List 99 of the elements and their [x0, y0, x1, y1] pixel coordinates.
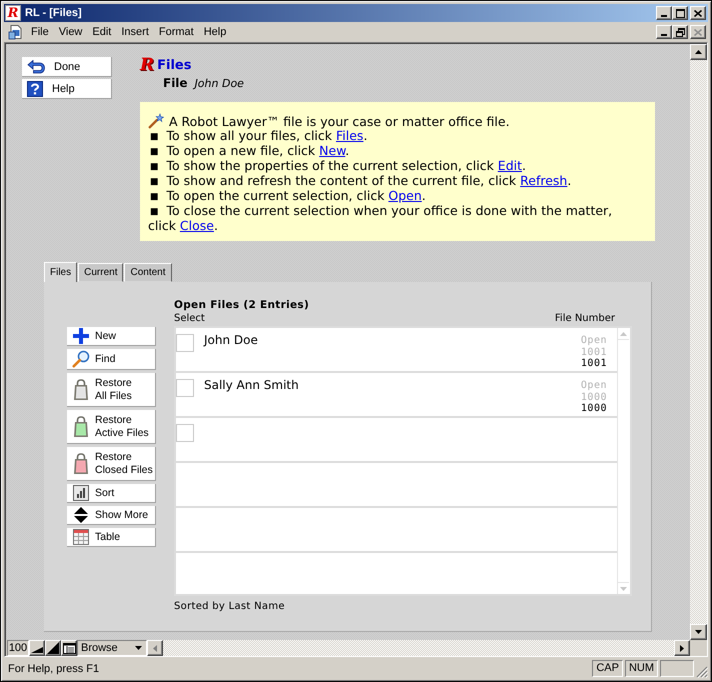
status-indicator: NUM	[624, 660, 658, 677]
help-icon	[27, 80, 43, 96]
bag-icon	[72, 416, 88, 438]
window-layout-icon	[62, 642, 76, 654]
menu-item[interactable]: View	[54, 25, 88, 39]
ramp-icon	[47, 642, 59, 654]
info-text: ■ To open a new file, click New.	[149, 144, 350, 159]
status-text: Open	[580, 380, 607, 392]
minimize-button[interactable]	[656, 6, 672, 20]
info-text: ■ To open the current selection, click Open.	[149, 189, 427, 204]
bar-chart-icon	[72, 485, 88, 501]
app-logo: R	[5, 5, 21, 21]
action-button[interactable]: New	[67, 327, 156, 346]
file-number: 1000	[580, 403, 607, 414]
triangle-left-icon	[153, 644, 157, 652]
column-header: File Number	[554, 312, 615, 326]
checkbox[interactable]	[176, 334, 194, 352]
status-text: 1001	[580, 346, 607, 358]
action-button[interactable]: Table	[67, 528, 156, 547]
tab[interactable]: Files	[44, 262, 78, 282]
back-arrow-icon	[27, 60, 45, 74]
tab[interactable]: Current	[78, 263, 124, 282]
menu-item[interactable]: Edit	[87, 25, 116, 39]
file-name: John Doe	[204, 332, 258, 348]
info-text: ■ To show all your files, click Files.	[149, 129, 368, 144]
list-title: Open Files (2 Entries)	[174, 298, 310, 312]
magic-wand-icon	[148, 113, 164, 129]
document-icon[interactable]	[8, 24, 24, 40]
checkbox[interactable]	[176, 379, 194, 397]
column-header: Select	[174, 312, 205, 326]
menu-item[interactable]: Format	[154, 25, 199, 39]
restore-button[interactable]	[672, 25, 688, 39]
search-icon	[72, 350, 90, 368]
restore-icon	[676, 28, 684, 36]
close-icon	[694, 10, 702, 16]
zoom-level: 100	[7, 640, 29, 656]
maximize-button[interactable]	[672, 6, 688, 20]
menu-item[interactable]: Insert	[116, 25, 154, 39]
info-text: ■ To close the current selection when your office is done with the matter, click Close.	[148, 204, 614, 233]
link[interactable]: Files	[336, 128, 364, 143]
app-logo: R	[140, 56, 154, 75]
status-text: 1000	[580, 392, 607, 403]
info-text: A Robot Lawyer™ file is your case or matter office file.	[169, 114, 510, 129]
plus-icon	[72, 328, 88, 344]
bag-icon	[72, 452, 88, 474]
close-button[interactable]	[690, 6, 706, 20]
field-value: John Doe	[194, 77, 244, 90]
table-icon	[72, 529, 88, 545]
action-button[interactable]: Restore Closed Files	[67, 447, 156, 481]
triangle-down-icon	[620, 586, 627, 590]
horizontal-scrollbar[interactable]	[147, 640, 690, 656]
minimize-icon	[661, 15, 667, 17]
resize-grip-icon[interactable]	[696, 666, 708, 678]
close-icon	[694, 28, 702, 36]
info-text: ■ To show and refresh the content of the current file, click Refresh.	[149, 174, 572, 189]
sort-note: Sorted by Last Name	[174, 600, 286, 614]
menu-item[interactable]: File	[26, 25, 54, 39]
file-number: 1001	[580, 358, 607, 370]
status-text: Open	[580, 335, 607, 346]
toolbar-button[interactable]	[29, 640, 45, 656]
file-name: Sally Ann Smith	[204, 377, 299, 393]
info-text: ■ To show the properties of the current selection, click Edit.	[149, 159, 527, 174]
triangle-up-icon	[695, 50, 702, 54]
status-indicator: CAP	[592, 660, 623, 677]
field-label: File	[163, 76, 188, 90]
close-button[interactable]	[690, 25, 706, 39]
action-button[interactable]: Restore All Files	[67, 373, 156, 407]
action-button[interactable]: Find	[67, 349, 156, 370]
window-title: RL - [Files]	[25, 7, 83, 19]
triangle-down-icon	[695, 630, 702, 634]
tab[interactable]: Content	[124, 263, 172, 282]
mode-dropdown[interactable]: Browse	[77, 640, 147, 656]
minimize-button[interactable]	[656, 25, 672, 39]
menu-item[interactable]: Help	[198, 25, 232, 39]
action-button[interactable]: Sort	[67, 484, 156, 503]
toolbar-button[interactable]	[45, 640, 61, 656]
bag-icon	[72, 378, 88, 400]
done-button[interactable]: Done	[22, 57, 112, 77]
link[interactable]: New	[319, 143, 346, 158]
status-panel	[660, 660, 694, 677]
triangle-right-icon	[680, 644, 684, 652]
action-button[interactable]: Show More	[67, 506, 156, 525]
caret-icon	[135, 646, 142, 650]
action-button[interactable]: Restore Active Files	[67, 410, 156, 444]
up-down-arrows-icon	[74, 507, 88, 523]
checkbox[interactable]	[176, 424, 194, 442]
minimize-icon	[661, 34, 667, 36]
link[interactable]: Refresh	[520, 173, 568, 188]
link[interactable]: Edit	[498, 158, 522, 173]
maximize-icon	[676, 8, 684, 18]
page-title: Files	[157, 57, 192, 75]
toolbar-button[interactable]	[61, 640, 77, 656]
link[interactable]: Close	[180, 218, 214, 233]
status-message: For Help, press F1	[7, 662, 100, 674]
scroll-left-button[interactable]	[147, 640, 163, 656]
scroll-right-button[interactable]	[674, 640, 690, 656]
help-button[interactable]: Help	[22, 79, 112, 99]
triangle-up-icon	[620, 332, 627, 336]
link[interactable]: Open	[388, 188, 422, 203]
